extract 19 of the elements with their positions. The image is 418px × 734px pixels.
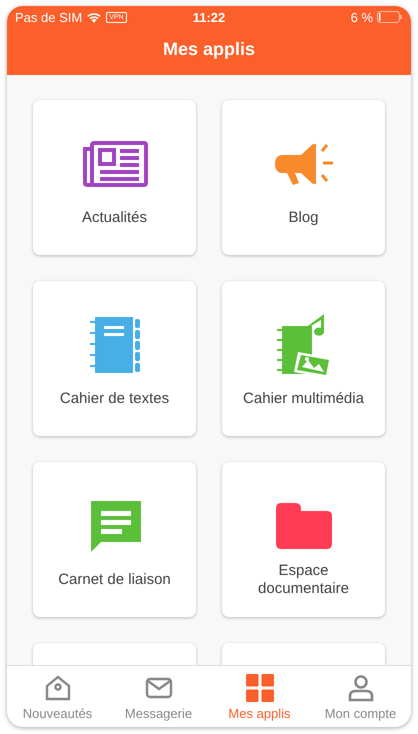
app-label: Actualités (80, 208, 148, 228)
app-card[interactable]: Actualités (33, 100, 196, 255)
tab-bar-item[interactable]: Messagerie (108, 666, 209, 727)
app-label: Cahier multimédia (242, 389, 365, 409)
page-title: Mes applis (162, 38, 256, 61)
app-card[interactable]: Blog (222, 100, 385, 255)
app-label: Blog (287, 208, 320, 228)
app-card[interactable]: Carnet de liaison (33, 462, 196, 617)
app-card[interactable]: Cahier de textes (33, 281, 196, 436)
carrier-text: Pas de SIM (15, 10, 82, 24)
app-label: Espace documentaire (257, 562, 350, 598)
app-label: Carnet de liaison (57, 570, 172, 590)
app-label: Cahier de textes (58, 389, 170, 409)
clock-text: 11:22 (192, 10, 226, 24)
battery-percent: 6 % (350, 10, 374, 24)
app-card[interactable]: Espace documentaire (222, 462, 385, 617)
tab-bar-item[interactable]: Nouveautés (7, 666, 108, 727)
tab-bar-item[interactable]: Mon compte (310, 666, 411, 727)
app-card[interactable]: Cahier multimédia (222, 281, 385, 436)
